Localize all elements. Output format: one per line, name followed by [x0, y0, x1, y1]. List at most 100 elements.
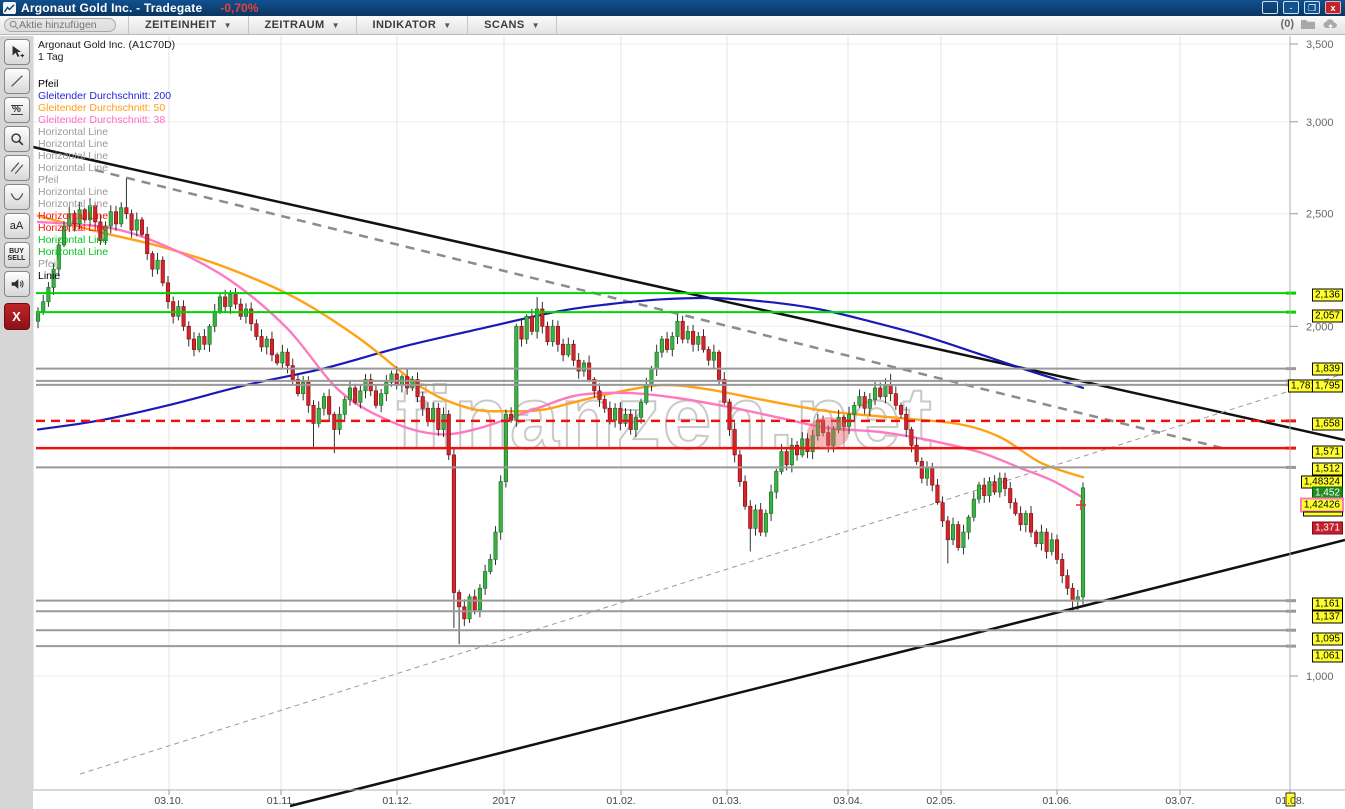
buy-sell-tool[interactable]: BUY SELL	[4, 242, 30, 268]
search-icon	[9, 20, 19, 30]
speaker-icon	[9, 276, 25, 292]
remove-chart-button[interactable]: X	[4, 303, 30, 330]
price-level-label[interactable]: 1,658	[1312, 418, 1343, 431]
highlight-ellipse[interactable]	[807, 417, 849, 449]
legend-timeframe: 1 Tag	[38, 51, 175, 63]
price-level-label[interactable]: 1,371	[1312, 522, 1343, 535]
close-window-button[interactable]: x	[1325, 1, 1341, 14]
legend-item[interactable]: Horizontal Line	[38, 246, 175, 258]
menu-items: ZEITEINHEIT ▼ ZEITRAUM ▼ INDIKATOR ▼ SCANS▼	[128, 16, 557, 34]
price-level-label[interactable]: 1,095	[1312, 633, 1343, 646]
partial-price-label[interactable]	[1303, 512, 1343, 517]
magnifier-icon	[9, 131, 25, 147]
y-axis-tick-label: 3,500	[1306, 39, 1334, 51]
x-axis-tick-label: 01.06.	[1042, 795, 1071, 807]
minimize-button[interactable]: -	[1283, 1, 1299, 14]
legend-item[interactable]: Gleitender Durchschnitt: 38	[38, 114, 175, 126]
line-icon	[9, 73, 25, 89]
x-axis-tick-label: 03.10.	[154, 795, 183, 807]
legend-instrument: Argonaut Gold Inc. (A1C70D)	[38, 39, 175, 51]
parallel-lines-tool[interactable]	[4, 155, 30, 181]
y-axis-tick-label: 1,000	[1306, 671, 1334, 683]
chevron-down-icon: ▼	[443, 21, 451, 30]
chart-legend: Argonaut Gold Inc. (A1C70D) 1 Tag PfeilG…	[38, 39, 175, 282]
price-level-label[interactable]: 1,795	[1312, 380, 1343, 393]
menu-label: ZEITEINHEIT	[145, 19, 217, 31]
x-axis-tick-label: 01.03.	[712, 795, 741, 807]
curve-tool[interactable]	[4, 184, 30, 210]
chevron-down-icon: ▼	[332, 21, 340, 30]
chevron-down-icon: ▼	[224, 21, 232, 30]
search-input[interactable]	[19, 19, 111, 31]
alert-tool[interactable]	[4, 271, 30, 297]
price-level-label[interactable]: 2,136	[1312, 289, 1343, 302]
window-title: Argonaut Gold Inc. - Tradegate	[21, 1, 202, 15]
percent-retracement-tool[interactable]: %	[4, 97, 30, 123]
y-axis-tick-label: 2,500	[1306, 209, 1334, 221]
legend-item[interactable]: Horizontal Line	[38, 138, 175, 150]
x-axis-tick-label: 02.05.	[926, 795, 955, 807]
legend-item[interactable]: Linie	[38, 270, 175, 282]
legend-item[interactable]: Gleitender Durchschnitt: 50	[38, 102, 175, 114]
svg-text:finanzen.net: finanzen.net	[396, 368, 933, 467]
legend-item[interactable]: Pfeil	[38, 258, 175, 270]
x-axis-tick-label: 01.02.	[606, 795, 635, 807]
zoom-tool[interactable]	[4, 126, 30, 152]
cloud-upload-icon[interactable]	[1322, 18, 1339, 30]
app-chart-icon	[3, 2, 16, 14]
drawing-toolbar: % aA BUY SELL	[0, 36, 33, 809]
pointer-tool[interactable]	[4, 39, 30, 65]
cursor-plus-icon	[9, 44, 25, 60]
legend-item[interactable]: Horizontal Line	[38, 222, 175, 234]
y-axis-tick-label: 2,000	[1306, 321, 1334, 333]
legend-item[interactable]: Horizontal Line	[38, 186, 175, 198]
menu-zeitraum[interactable]: ZEITRAUM ▼	[249, 16, 357, 34]
maximize-button[interactable]	[1262, 1, 1278, 14]
y-axis-tick-label: 3,000	[1306, 117, 1334, 129]
candlestick-chart[interactable]: finanzen.net 3,500 3,000 2,500 2,000 1,000 03.…	[0, 0, 1345, 809]
x-axis-tick-label: 01.08.	[1275, 795, 1304, 807]
price-level-label[interactable]: 2,057	[1312, 310, 1343, 323]
menu-scans[interactable]: SCANS▼	[468, 16, 556, 34]
legend-item[interactable]: Horizontal Line	[38, 126, 175, 138]
price-level-label[interactable]: 1,571	[1312, 446, 1343, 459]
legend-item[interactable]: Horizontal Line	[38, 234, 175, 246]
legend-item[interactable]: Horizontal Line	[38, 150, 175, 162]
x-axis-tick-label: 03.07.	[1165, 795, 1194, 807]
price-change-percent: -0,70%	[220, 1, 258, 15]
folder-icon[interactable]	[1300, 18, 1316, 30]
text-tool-icon: aA	[10, 220, 23, 232]
price-level-label[interactable]: 1,161	[1312, 598, 1343, 611]
stock-search-box[interactable]	[4, 18, 116, 32]
app-window: finanzen.net 3,500 3,000 2,500 2,000 1,000 03.…	[0, 0, 1345, 809]
price-level-label[interactable]: 1,137	[1312, 611, 1343, 624]
layout-count: (0)	[1281, 18, 1294, 30]
legend-item[interactable]: Horizontal Line	[38, 210, 175, 222]
price-level-label[interactable]: 1,512	[1312, 463, 1343, 476]
price-level-label[interactable]: 1,061	[1312, 650, 1343, 663]
parallel-lines-icon	[9, 160, 25, 176]
restore-button[interactable]: ❐	[1304, 1, 1320, 14]
menu-label: ZEITRAUM	[265, 19, 325, 31]
title-bar: Argonaut Gold Inc. - Tradegate -0,70% - …	[0, 0, 1345, 16]
legend-item[interactable]: Horizontal Line	[38, 198, 175, 210]
menu-indikator[interactable]: INDIKATOR ▼	[357, 16, 469, 34]
menu-label: SCANS	[484, 19, 525, 31]
trendline-tool[interactable]	[4, 68, 30, 94]
x-axis-tick-label: 2017	[492, 795, 516, 807]
percent-icon: %	[11, 105, 23, 115]
price-level-label[interactable]: 1,42426	[1301, 499, 1343, 512]
x-axis-tick-label: 01.11.	[267, 795, 295, 807]
x-axis-tick-label: 03.04.	[833, 795, 862, 807]
price-level-label[interactable]: 1,839	[1312, 363, 1343, 376]
buy-sell-icon: BUY SELL	[8, 248, 26, 262]
legend-item[interactable]: Horizontal Line	[38, 162, 175, 174]
text-tool[interactable]: aA	[4, 213, 30, 239]
menu-label: INDIKATOR	[373, 19, 437, 31]
menu-zeiteinheit[interactable]: ZEITEINHEIT ▼	[128, 16, 249, 34]
price-level-label[interactable]: 1,781	[1288, 380, 1315, 393]
legend-item[interactable]: Pfeil	[38, 174, 175, 186]
legend-item[interactable]: Pfeil	[38, 78, 175, 90]
legend-item[interactable]: Gleitender Durchschnitt: 200	[38, 90, 175, 102]
finanzen-watermark: finanzen.net	[396, 368, 933, 467]
